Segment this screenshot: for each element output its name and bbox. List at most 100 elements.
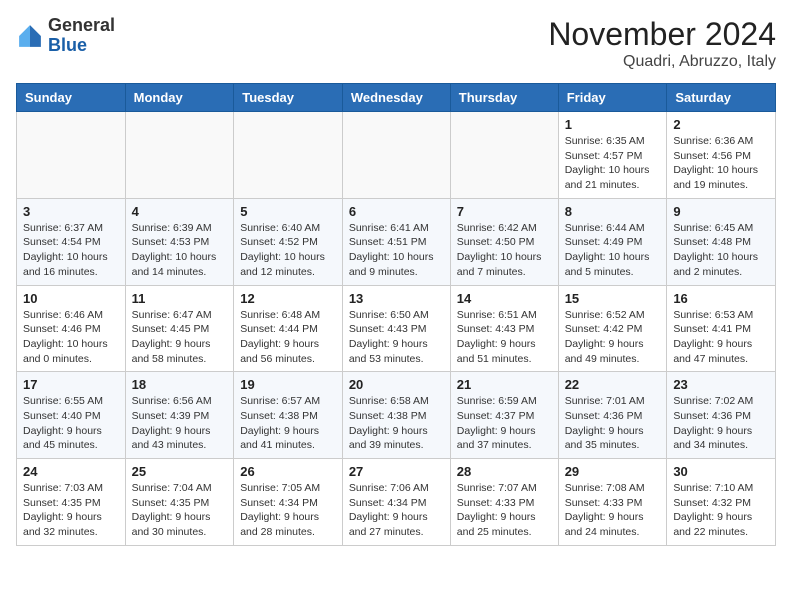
day-cell: 15Sunrise: 6:52 AM Sunset: 4:42 PM Dayli… xyxy=(558,285,667,372)
header-saturday: Saturday xyxy=(667,84,776,112)
day-number: 14 xyxy=(457,291,552,306)
day-info: Sunrise: 7:03 AM Sunset: 4:35 PM Dayligh… xyxy=(23,481,119,540)
page-header: General Blue November 2024 Quadri, Abruz… xyxy=(16,16,776,71)
header-friday: Friday xyxy=(558,84,667,112)
day-cell: 7 Sunrise: 6:42 AM Sunset: 4:50 PM Daylig… xyxy=(450,198,558,285)
day-info: Sunrise: 6:46 AM Sunset: 4:46 PM Dayligh… xyxy=(23,308,119,367)
location: Quadri, Abruzzo, Italy xyxy=(548,53,776,71)
logo-line1: General xyxy=(48,16,115,36)
day-info: Sunrise: 7:05 AM Sunset: 4:34 PM Dayligh… xyxy=(240,481,336,540)
day-info: Sunrise: 6:55 AM Sunset: 4:40 PM Dayligh… xyxy=(23,394,119,453)
calendar-table: Sunday Monday Tuesday Wednesday Thursday… xyxy=(16,83,776,546)
day-cell: 21 Sunrise: 6:59 AM Sunset: 4:37 PM Dayli… xyxy=(450,372,558,459)
day-cell xyxy=(342,112,450,199)
day-cell xyxy=(234,112,343,199)
day-cell: 29Sunrise: 7:08 AM Sunset: 4:33 PM Dayli… xyxy=(558,459,667,546)
day-number: 28 xyxy=(457,464,552,479)
title-block: November 2024 Quadri, Abruzzo, Italy xyxy=(548,16,776,71)
day-cell: 25 Sunrise: 7:04 AM Sunset: 4:35 PM Dayli… xyxy=(125,459,234,546)
day-info: Sunrise: 7:01 AM Sunset: 4:36 PM Dayligh… xyxy=(565,394,661,453)
day-number: 21 xyxy=(457,377,552,392)
day-cell: 24 Sunrise: 7:03 AM Sunset: 4:35 PM Dayli… xyxy=(17,459,126,546)
header-thursday: Thursday xyxy=(450,84,558,112)
day-cell: 26 Sunrise: 7:05 AM Sunset: 4:34 PM Dayli… xyxy=(234,459,343,546)
day-info: Sunrise: 7:04 AM Sunset: 4:35 PM Dayligh… xyxy=(132,481,228,540)
day-cell: 17 Sunrise: 6:55 AM Sunset: 4:40 PM Dayli… xyxy=(17,372,126,459)
day-cell xyxy=(450,112,558,199)
day-number: 30 xyxy=(673,464,769,479)
month-title: November 2024 xyxy=(548,16,776,53)
day-info: Sunrise: 7:10 AM Sunset: 4:32 PM Dayligh… xyxy=(673,481,769,540)
day-number: 17 xyxy=(23,377,119,392)
day-number: 26 xyxy=(240,464,336,479)
day-number: 25 xyxy=(132,464,228,479)
day-info: Sunrise: 6:48 AM Sunset: 4:44 PM Dayligh… xyxy=(240,308,336,367)
day-number: 20 xyxy=(349,377,444,392)
week-row-5: 24 Sunrise: 7:03 AM Sunset: 4:35 PM Dayli… xyxy=(17,459,776,546)
day-number: 3 xyxy=(23,204,119,219)
day-info: Sunrise: 6:47 AM Sunset: 4:45 PM Dayligh… xyxy=(132,308,228,367)
day-cell: 19 Sunrise: 6:57 AM Sunset: 4:38 PM Dayli… xyxy=(234,372,343,459)
day-number: 6 xyxy=(349,204,444,219)
day-info: Sunrise: 6:41 AM Sunset: 4:51 PM Dayligh… xyxy=(349,221,444,280)
day-info: Sunrise: 7:02 AM Sunset: 4:36 PM Dayligh… xyxy=(673,394,769,453)
week-row-1: 1Sunrise: 6:35 AM Sunset: 4:57 PM Daylig… xyxy=(17,112,776,199)
week-row-4: 17 Sunrise: 6:55 AM Sunset: 4:40 PM Dayli… xyxy=(17,372,776,459)
logo-text: General Blue xyxy=(48,16,115,56)
day-cell: 23 Sunrise: 7:02 AM Sunset: 4:36 PM Dayli… xyxy=(667,372,776,459)
day-number: 2 xyxy=(673,117,769,132)
day-cell xyxy=(125,112,234,199)
day-cell: 3 Sunrise: 6:37 AM Sunset: 4:54 PM Daylig… xyxy=(17,198,126,285)
day-cell: 8 Sunrise: 6:44 AM Sunset: 4:49 PM Daylig… xyxy=(558,198,667,285)
day-number: 15 xyxy=(565,291,661,306)
day-cell: 2 Sunrise: 6:36 AM Sunset: 4:56 PM Daylig… xyxy=(667,112,776,199)
day-cell: 9 Sunrise: 6:45 AM Sunset: 4:48 PM Daylig… xyxy=(667,198,776,285)
day-info: Sunrise: 6:39 AM Sunset: 4:53 PM Dayligh… xyxy=(132,221,228,280)
day-number: 5 xyxy=(240,204,336,219)
day-cell: 10 Sunrise: 6:46 AM Sunset: 4:46 PM Dayli… xyxy=(17,285,126,372)
day-number: 27 xyxy=(349,464,444,479)
day-number: 24 xyxy=(23,464,119,479)
day-info: Sunrise: 6:56 AM Sunset: 4:39 PM Dayligh… xyxy=(132,394,228,453)
day-cell: 4Sunrise: 6:39 AM Sunset: 4:53 PM Daylig… xyxy=(125,198,234,285)
day-number: 23 xyxy=(673,377,769,392)
day-number: 8 xyxy=(565,204,661,219)
day-cell: 27Sunrise: 7:06 AM Sunset: 4:34 PM Dayli… xyxy=(342,459,450,546)
day-number: 7 xyxy=(457,204,552,219)
day-info: Sunrise: 6:44 AM Sunset: 4:49 PM Dayligh… xyxy=(565,221,661,280)
day-cell: 5 Sunrise: 6:40 AM Sunset: 4:52 PM Daylig… xyxy=(234,198,343,285)
day-info: Sunrise: 6:37 AM Sunset: 4:54 PM Dayligh… xyxy=(23,221,119,280)
day-number: 12 xyxy=(240,291,336,306)
day-cell: 14Sunrise: 6:51 AM Sunset: 4:43 PM Dayli… xyxy=(450,285,558,372)
day-info: Sunrise: 7:07 AM Sunset: 4:33 PM Dayligh… xyxy=(457,481,552,540)
day-info: Sunrise: 6:57 AM Sunset: 4:38 PM Dayligh… xyxy=(240,394,336,453)
day-cell: 13 Sunrise: 6:50 AM Sunset: 4:43 PM Dayli… xyxy=(342,285,450,372)
day-info: Sunrise: 7:08 AM Sunset: 4:33 PM Dayligh… xyxy=(565,481,661,540)
header-row: Sunday Monday Tuesday Wednesday Thursday… xyxy=(17,84,776,112)
day-cell: 16Sunrise: 6:53 AM Sunset: 4:41 PM Dayli… xyxy=(667,285,776,372)
day-number: 13 xyxy=(349,291,444,306)
day-cell: 20 Sunrise: 6:58 AM Sunset: 4:38 PM Dayli… xyxy=(342,372,450,459)
day-number: 1 xyxy=(565,117,661,132)
day-number: 16 xyxy=(673,291,769,306)
day-cell: 28 Sunrise: 7:07 AM Sunset: 4:33 PM Dayli… xyxy=(450,459,558,546)
day-info: Sunrise: 6:36 AM Sunset: 4:56 PM Dayligh… xyxy=(673,134,769,193)
day-info: Sunrise: 6:58 AM Sunset: 4:38 PM Dayligh… xyxy=(349,394,444,453)
day-info: Sunrise: 6:42 AM Sunset: 4:50 PM Dayligh… xyxy=(457,221,552,280)
day-cell: 22 Sunrise: 7:01 AM Sunset: 4:36 PM Dayli… xyxy=(558,372,667,459)
day-cell: 18 Sunrise: 6:56 AM Sunset: 4:39 PM Dayli… xyxy=(125,372,234,459)
day-cell: 11Sunrise: 6:47 AM Sunset: 4:45 PM Dayli… xyxy=(125,285,234,372)
day-cell: 30 Sunrise: 7:10 AM Sunset: 4:32 PM Dayli… xyxy=(667,459,776,546)
day-number: 9 xyxy=(673,204,769,219)
day-number: 10 xyxy=(23,291,119,306)
day-info: Sunrise: 6:45 AM Sunset: 4:48 PM Dayligh… xyxy=(673,221,769,280)
logo-line2: Blue xyxy=(48,36,115,56)
day-info: Sunrise: 6:40 AM Sunset: 4:52 PM Dayligh… xyxy=(240,221,336,280)
day-info: Sunrise: 6:50 AM Sunset: 4:43 PM Dayligh… xyxy=(349,308,444,367)
week-row-3: 10 Sunrise: 6:46 AM Sunset: 4:46 PM Dayli… xyxy=(17,285,776,372)
day-number: 19 xyxy=(240,377,336,392)
day-number: 18 xyxy=(132,377,228,392)
day-number: 22 xyxy=(565,377,661,392)
logo-icon xyxy=(16,22,44,50)
day-info: Sunrise: 6:59 AM Sunset: 4:37 PM Dayligh… xyxy=(457,394,552,453)
